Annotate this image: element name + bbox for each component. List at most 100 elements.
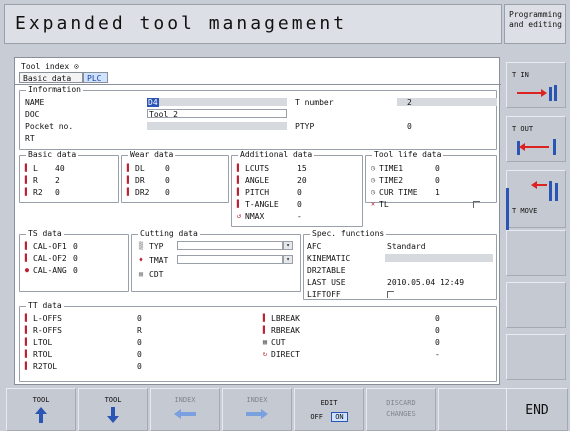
- lcuts-value[interactable]: 15: [297, 164, 307, 173]
- direct-value[interactable]: -: [435, 350, 440, 359]
- edit-off-label: OFF: [310, 413, 323, 421]
- lcuts-icon: ▌: [236, 164, 242, 172]
- index-back-button[interactable]: INDEX: [150, 388, 220, 431]
- mode-line-1: Programming: [509, 10, 562, 19]
- rbreak-label: RBREAK: [271, 326, 300, 335]
- index-forward-label: INDEX: [246, 396, 268, 404]
- time1-value[interactable]: 0: [435, 164, 440, 173]
- last-use-label: LAST USE: [307, 278, 346, 287]
- cal-of2-value[interactable]: 0: [73, 254, 78, 263]
- basic-r-value[interactable]: 2: [55, 176, 60, 185]
- tab-plc[interactable]: PLC: [83, 72, 108, 83]
- basic-l-value[interactable]: 40: [55, 164, 65, 173]
- tl-checkbox[interactable]: [473, 201, 480, 208]
- ltol-icon: ▌: [24, 338, 30, 346]
- t-out-softkey[interactable]: T OUT: [506, 116, 566, 162]
- cur-time-value[interactable]: 1: [435, 188, 440, 197]
- wear-dr2-label: DR2: [135, 188, 150, 197]
- tool-down-label: TOOL: [104, 396, 122, 404]
- header: Expanded tool management Programming and…: [0, 0, 570, 48]
- radius-icon: ▌: [24, 176, 30, 184]
- typ-icon: ▒: [138, 242, 144, 250]
- mode-line-2: and editing: [509, 20, 562, 29]
- tool-move-icon: [531, 181, 558, 201]
- cut-icon: ▦: [262, 338, 268, 346]
- rtol-label: RTOL: [33, 350, 53, 359]
- afc-value[interactable]: Standard: [387, 242, 426, 251]
- arrow-down-icon: [107, 407, 119, 423]
- ptyp-label: PTYP: [295, 122, 315, 131]
- time2-icon: ◷: [370, 176, 376, 184]
- typ-dropdown[interactable]: [177, 241, 283, 250]
- name-field[interactable]: [147, 98, 287, 106]
- l-offs-value[interactable]: 0: [137, 314, 142, 323]
- arrow-right-icon: [246, 409, 268, 419]
- t-in-softkey[interactable]: T IN: [506, 62, 566, 108]
- tool-up-button[interactable]: TOOL: [6, 388, 76, 431]
- r-offs-icon: ▌: [24, 326, 30, 334]
- information-legend: Information: [28, 85, 81, 94]
- nmax-value[interactable]: -: [297, 212, 302, 221]
- softkey-bar: TOOL TOOL INDEX INDEX EDIT OFF ON DISCAR…: [0, 388, 570, 431]
- cal-of1-value[interactable]: 0: [73, 242, 78, 251]
- right-softkey-6[interactable]: [506, 334, 566, 380]
- t-angle-value[interactable]: 0: [297, 200, 302, 209]
- tt-data-legend: TT data: [28, 301, 62, 310]
- wear-dl-value[interactable]: 0: [165, 164, 170, 173]
- t-move-softkey[interactable]: T MOVE: [506, 170, 566, 228]
- time1-icon: ◷: [370, 164, 376, 172]
- information-group: Information: [19, 86, 497, 150]
- ts-data-legend: TS data: [28, 229, 62, 238]
- typ-chevron-down-icon[interactable]: ▾: [283, 241, 293, 250]
- edit-toggle-button[interactable]: EDIT OFF ON: [294, 388, 364, 431]
- time2-value[interactable]: 0: [435, 176, 440, 185]
- wear-dr-value[interactable]: 0: [165, 176, 170, 185]
- cal-of2-label: CAL-OF2: [33, 254, 67, 263]
- kinematic-field[interactable]: [385, 254, 493, 262]
- index-forward-button[interactable]: INDEX: [222, 388, 292, 431]
- tool-in-icon: [517, 85, 557, 101]
- tmat-chevron-down-icon[interactable]: ▾: [283, 255, 293, 264]
- discard-changes-button[interactable]: DISCARD CHANGES: [366, 388, 436, 431]
- lbreak-value[interactable]: 0: [435, 314, 440, 323]
- rbreak-value[interactable]: 0: [435, 326, 440, 335]
- last-use-value: 2010.05.04 12:49: [387, 278, 465, 287]
- r-offs-value[interactable]: R: [137, 326, 142, 335]
- basic-data-legend: Basic data: [28, 150, 77, 159]
- end-button[interactable]: END: [506, 388, 568, 431]
- ltol-value[interactable]: 0: [137, 338, 142, 347]
- length-icon: ▌: [24, 164, 30, 172]
- t-in-label: T IN: [512, 71, 529, 79]
- cal-ang-value[interactable]: 0: [73, 266, 78, 275]
- pocket-field[interactable]: [147, 122, 287, 130]
- wear-dr2-value[interactable]: 0: [165, 188, 170, 197]
- kinematic-label: KINEMATIC: [307, 254, 351, 263]
- edit-toggle: OFF ON: [295, 412, 363, 422]
- tool-down-button[interactable]: TOOL: [78, 388, 148, 431]
- wear-dr-icon: ▌: [126, 176, 132, 184]
- afc-label: AFC: [307, 242, 322, 251]
- r2tol-value[interactable]: 0: [137, 362, 142, 371]
- tool-out-icon: [517, 139, 556, 155]
- softkey-empty[interactable]: [438, 388, 508, 431]
- basic-r2-value[interactable]: 0: [55, 188, 60, 197]
- right-softkey-4[interactable]: [506, 230, 566, 276]
- tab-basic-data[interactable]: Basic data: [19, 72, 83, 83]
- tnumber-field[interactable]: [397, 98, 497, 106]
- angle-value[interactable]: 20: [297, 176, 307, 185]
- name-value: D4: [147, 98, 159, 107]
- radius2-icon: ▌: [24, 188, 30, 196]
- t-angle-icon: ▌: [236, 200, 242, 208]
- right-softkey-5[interactable]: [506, 282, 566, 328]
- wear-dr-label: DR: [135, 176, 145, 185]
- tmat-dropdown[interactable]: [177, 255, 283, 264]
- doc-value: Tool 2: [149, 110, 178, 119]
- dr2table-label: DR2TABLE: [307, 266, 346, 275]
- tl-label: TL: [379, 200, 389, 209]
- cut-value[interactable]: 0: [435, 338, 440, 347]
- liftoff-checkbox[interactable]: [387, 291, 394, 298]
- page-title: Expanded tool management: [4, 4, 502, 44]
- pitch-value[interactable]: 0: [297, 188, 302, 197]
- rtol-value[interactable]: 0: [137, 350, 142, 359]
- r-offs-label: R-OFFS: [33, 326, 62, 335]
